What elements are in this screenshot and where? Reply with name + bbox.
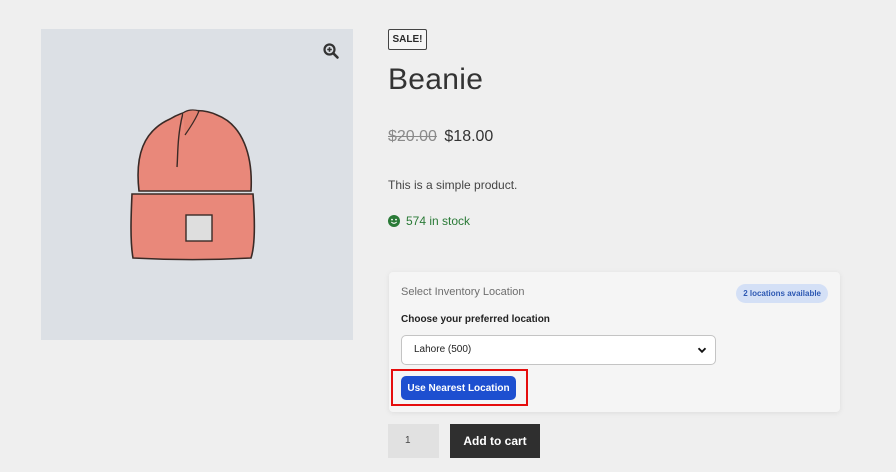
chevron-down-icon [697,347,707,354]
product-title: Beanie [388,63,484,96]
quantity-input[interactable]: 1 [388,424,439,458]
location-header: Select Inventory Location [401,286,525,298]
stock-text: 574 in stock [406,214,471,228]
locations-count-badge: 2 locations available [736,284,828,303]
location-selected-value: Lahore (500) [414,344,472,355]
sale-price: $18.00 [444,128,494,145]
beanie-image[interactable] [125,101,265,266]
add-to-cart-button[interactable]: Add to cart [450,424,540,458]
location-select[interactable]: Lahore (500) [401,335,716,365]
stock-status: 574 in stock [388,214,470,228]
original-price: $20.00 [388,128,437,145]
zoom-icon[interactable] [322,42,340,60]
highlight-box [391,369,528,406]
product-price: $20.00 $18.00 [388,128,493,146]
product-gallery [41,29,353,340]
product-description: This is a simple product. [388,178,518,192]
smiley-icon [388,215,400,227]
location-label: Choose your preferred location [401,314,550,325]
sale-badge: SALE! [388,29,427,50]
